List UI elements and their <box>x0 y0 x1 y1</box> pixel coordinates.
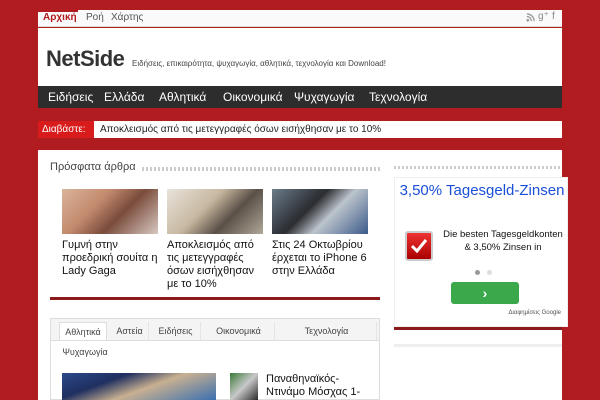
ticker-headline[interactable]: Αποκλεισμός από τις μετεγγραφές όσων εισ… <box>100 124 381 135</box>
sidebar-bottom-border <box>394 327 562 330</box>
tab-sports[interactable]: Αθλητικά <box>59 322 107 340</box>
tab-technology[interactable]: Τεχνολογία <box>277 322 377 340</box>
nav-item-greece[interactable]: Ελλάδα <box>104 90 144 104</box>
section-bottom-border <box>50 297 380 300</box>
ticker-label: Διαβάστε: <box>38 121 94 138</box>
article-image-iphone[interactable] <box>272 189 368 234</box>
nav-item-sports[interactable]: Αθλητικά <box>159 90 206 104</box>
article-title-iphone[interactable]: Στις 24 Οκτωβρίου έρχεται το iPhone 6 στ… <box>272 239 372 278</box>
article-thumb-panathinaikos[interactable] <box>230 373 258 400</box>
tab-funny[interactable]: Αστεία <box>111 322 149 340</box>
news-ticker: Διαβάστε: Αποκλεισμός από τις μετεγγραφέ… <box>38 121 562 138</box>
tab-news[interactable]: Ειδήσεις <box>151 322 201 340</box>
ad-google-label: Διαφημίσεις Google <box>508 310 561 316</box>
google-plus-icon[interactable]: g⁺ <box>538 11 549 22</box>
ad-title[interactable]: 3,50% Tagesgeld-Zinsen <box>395 182 569 199</box>
facebook-icon[interactable]: f <box>552 11 555 22</box>
article-image-lady-gaga[interactable] <box>62 189 158 234</box>
ad-dot[interactable] <box>487 270 492 275</box>
article-image-exams[interactable] <box>167 189 263 234</box>
site-logo[interactable]: NetSide <box>46 46 125 72</box>
sidebar-widget <box>394 344 562 400</box>
rss-icon[interactable] <box>526 13 535 25</box>
ad-text: Die besten Tagesgeldkonten & 3,50% Zinse… <box>443 229 563 253</box>
google-ad[interactable]: 3,50% Tagesgeld-Zinsen Die besten Tagesg… <box>394 177 568 327</box>
ad-dot-active[interactable] <box>475 270 480 275</box>
top-navigation: Αρχική Ροή Χάρτης g⁺ f <box>38 10 562 27</box>
topnav-feed-link[interactable]: Ροή <box>86 12 104 23</box>
article-title-lady-gaga[interactable]: Γυμνή στην προεδρική σουίτα η Lady Gaga <box>62 239 162 278</box>
ad-arrow-button[interactable]: › <box>451 282 519 304</box>
site-header: NetSide Ειδήσεις, επικαιρότητα, ψυχαγωγί… <box>38 28 562 86</box>
nav-item-news[interactable]: Ειδήσεις <box>48 90 93 104</box>
site-tagline: Ειδήσεις, επικαιρότητα, ψυχαγωγία, αθλητ… <box>132 59 386 68</box>
sidebar-divider <box>394 166 562 169</box>
topnav-home-link[interactable]: Αρχική <box>43 12 77 23</box>
tab-entertainment[interactable]: Ψυχαγωγία <box>51 343 119 361</box>
nav-item-technology[interactable]: Τεχνολογία <box>369 90 427 104</box>
article-title-panathinaikos[interactable]: Παναθηναϊκός-Ντινάμο Μόσχας 1- <box>266 373 376 399</box>
article-image-football[interactable] <box>62 373 216 400</box>
main-navigation: Ειδήσεις Ελλάδα Αθλητικά Οικονομικά Ψυχα… <box>38 86 562 110</box>
recent-articles-title: Πρόσφατα άρθρα <box>50 161 140 173</box>
tab-economy[interactable]: Οικονομικά <box>203 322 275 340</box>
topnav-sitemap-link[interactable]: Χάρτης <box>111 12 143 23</box>
nav-item-economy[interactable]: Οικονομικά <box>223 90 283 104</box>
nav-item-entertainment[interactable]: Ψυχαγωγία <box>294 90 354 104</box>
ad-logo-icon <box>405 231 433 261</box>
article-title-exams[interactable]: Αποκλεισμός από τις μετεγγραφές όσων εισ… <box>167 239 267 291</box>
